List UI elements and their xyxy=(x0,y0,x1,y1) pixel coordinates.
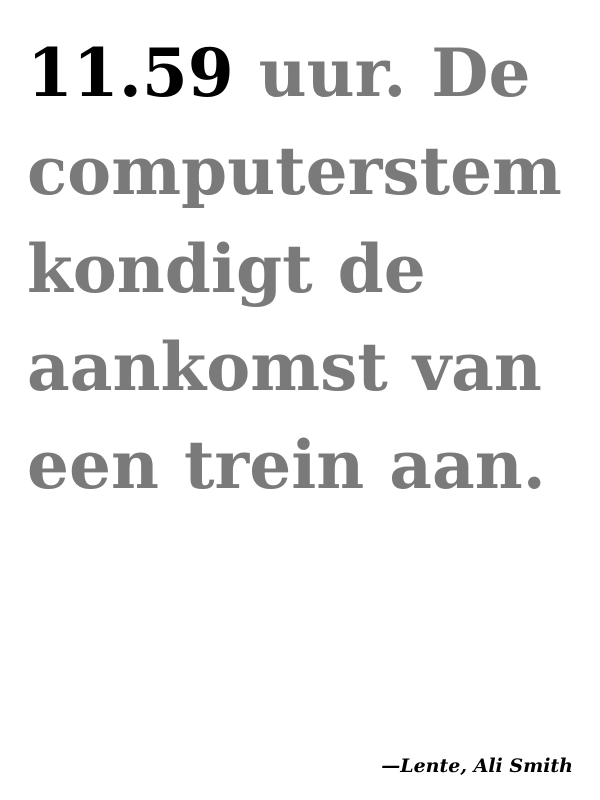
quote-card: 11.59 uur. De computerstem kondigt de aa… xyxy=(0,0,600,800)
quote-time: 11.59 xyxy=(27,34,234,112)
attribution: —Lente, Ali Smith xyxy=(381,755,573,777)
quote-text: 11.59 uur. De computerstem kondigt de aa… xyxy=(27,24,595,514)
